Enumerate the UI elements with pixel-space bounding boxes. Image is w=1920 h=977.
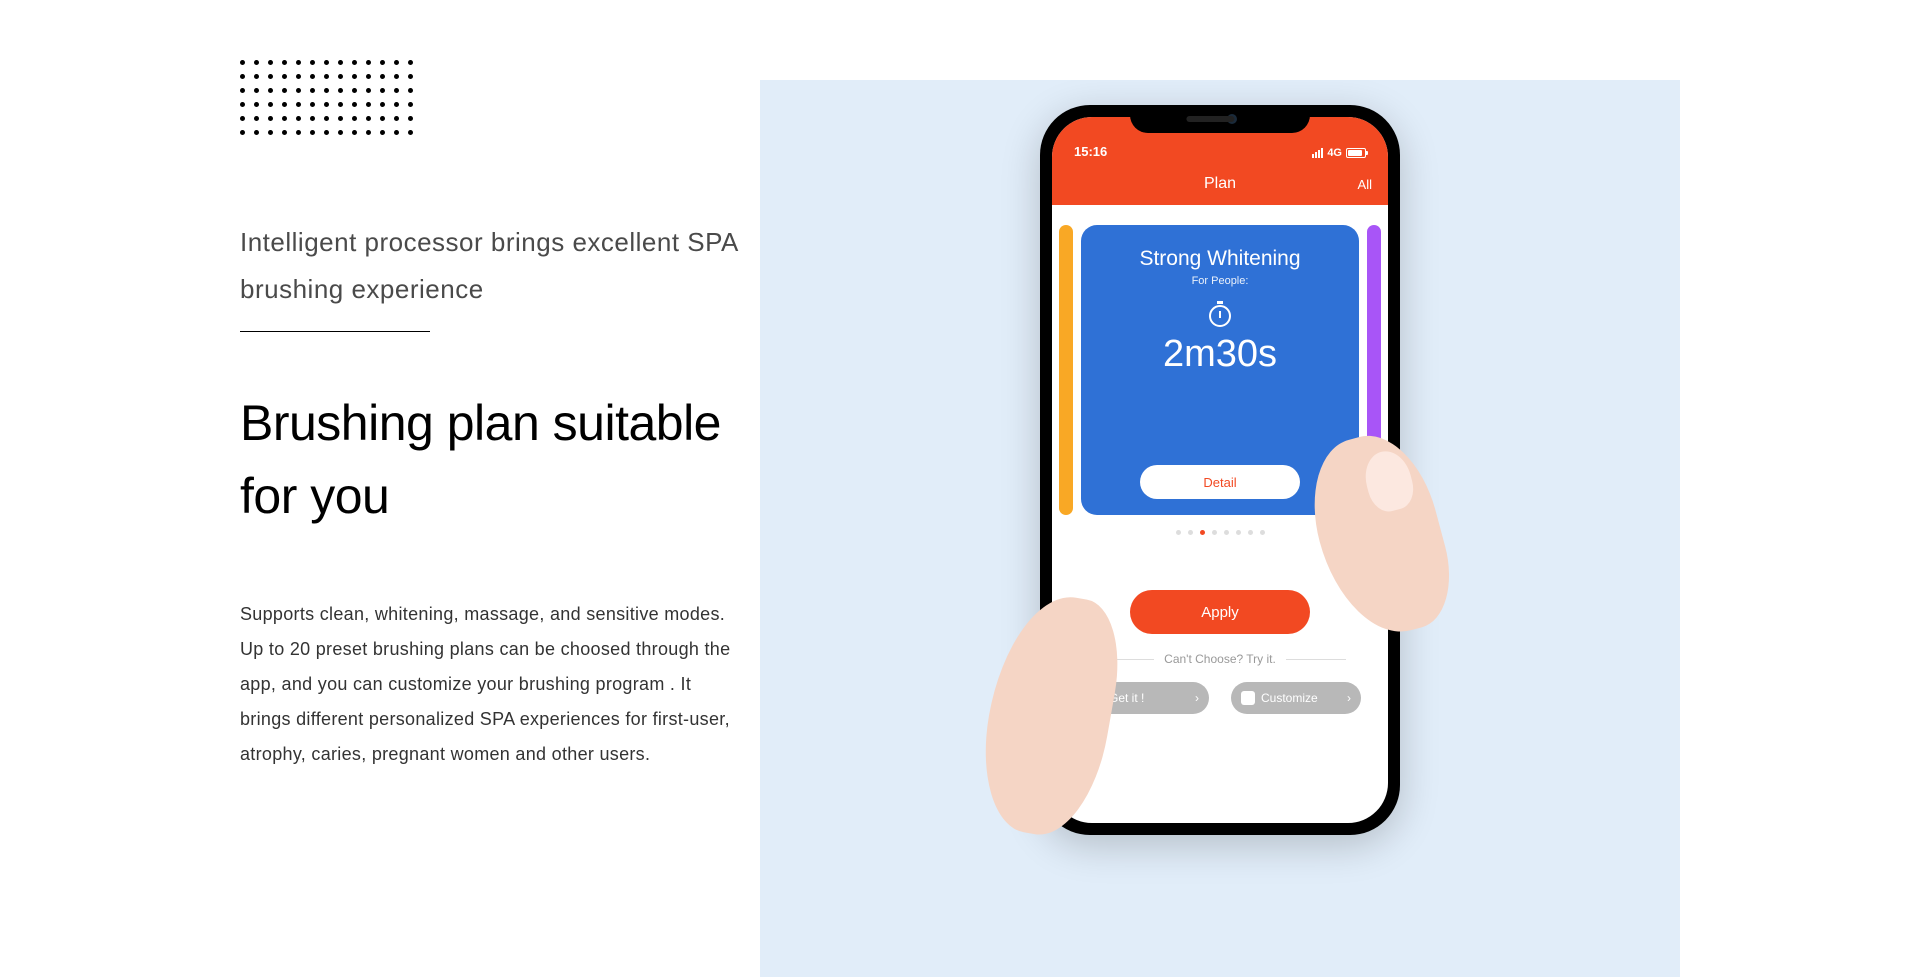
document-icon [1241, 691, 1255, 705]
divider-line [240, 331, 430, 333]
chevron-right-icon: › [1195, 691, 1199, 705]
detail-button[interactable]: Detail [1140, 465, 1300, 499]
status-bar: 15:16 4G [1052, 117, 1388, 163]
battery-icon [1346, 148, 1366, 158]
chevron-right-icon: › [1347, 691, 1351, 705]
body-copy: Supports clean, whitening, massage, and … [240, 597, 740, 772]
header-title: Plan [1204, 175, 1236, 193]
notch-speaker-icon [1186, 116, 1234, 122]
phone-showcase-panel: 15:16 4G Plan All Stro [760, 80, 1680, 977]
header-all-link[interactable]: All [1358, 177, 1372, 192]
brushing-plan-card[interactable]: Strong Whitening For People: 2m30s Detai… [1081, 225, 1359, 515]
prev-card-peek[interactable] [1059, 225, 1073, 515]
plan-card-subtitle: For People: [1192, 275, 1249, 287]
subtitle: Intelligent processor brings excellent S… [240, 219, 760, 313]
signal-bars-icon [1312, 148, 1323, 158]
app-header: Plan All [1052, 163, 1388, 205]
timer-icon [1209, 305, 1231, 327]
network-label: 4G [1327, 147, 1342, 159]
status-time: 15:16 [1074, 144, 1107, 159]
decorative-dot-grid [240, 60, 760, 144]
customize-button[interactable]: Customize › [1231, 682, 1361, 714]
customize-label: Customize [1261, 691, 1318, 705]
plan-card-title: Strong Whitening [1139, 247, 1300, 271]
apply-button[interactable]: Apply [1130, 590, 1310, 634]
main-title: Brushing plan suitable for you [240, 387, 760, 532]
plan-duration: 2m30s [1163, 333, 1277, 376]
